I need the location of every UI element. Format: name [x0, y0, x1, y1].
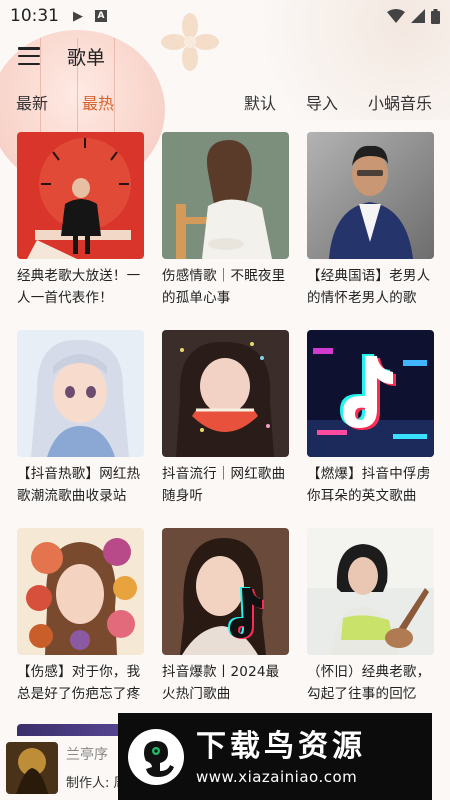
watermark-title: 下载鸟资源 [196, 728, 366, 764]
playlist-cover [17, 528, 144, 655]
playlist-title: 【抖音热歌】网红热歌潮流歌曲收录站 [17, 466, 141, 504]
playlist-card[interactable]: 伤感情歌｜不眠夜里的孤单心事 [162, 132, 289, 330]
playlist-cover [307, 330, 434, 457]
playlist-title: 经典老歌大放送！一人一首代表作！ [17, 268, 141, 306]
snail-music-button[interactable]: 小蜗音乐 [368, 90, 432, 114]
playlist-card[interactable]: 经典老歌大放送！一人一首代表作！ [17, 132, 144, 330]
play-icon: ▶ [73, 8, 83, 24]
battery-icon [431, 8, 440, 24]
status-time: 10:31 [10, 6, 59, 26]
a-notification-icon: A [95, 10, 107, 22]
tab-hot[interactable]: 最热 [82, 90, 114, 114]
playlist-card[interactable]: 【燃爆】抖音中俘虏你耳朵的英文歌曲 [307, 330, 434, 528]
playlist-title: 抖音流行｜网红歌曲随身听 [162, 466, 286, 504]
wifi-icon [387, 9, 405, 23]
playlist-card[interactable]: 抖音爆款丨2024最火热门歌曲 [162, 528, 289, 726]
playlist-title: 【经典国语】老男人的情怀老男人的歌 [307, 268, 431, 306]
playlist-cover [17, 132, 144, 259]
page-title: 歌单 [67, 46, 106, 69]
playlist-card[interactable]: 【抖音热歌】网红热歌潮流歌曲收录站 [17, 330, 144, 528]
playlist-title: 【燃爆】抖音中俘虏你耳朵的英文歌曲 [307, 466, 431, 504]
sort-default-button[interactable]: 默认 [244, 90, 276, 114]
player-song-title: 兰亭序 [66, 747, 108, 763]
status-bar: 10:31 ▶ A [0, 0, 450, 32]
player-album-art[interactable] [6, 742, 58, 794]
hamburger-menu-icon[interactable] [18, 47, 40, 65]
playlist-card[interactable]: 【伤感】对于你，我总是好了伤疤忘了疼 [17, 528, 144, 726]
bird-logo-icon [128, 728, 184, 785]
import-button[interactable]: 导入 [306, 90, 338, 114]
playlist-cover [307, 528, 434, 655]
watermark-url: www.xiazainiao.com [196, 767, 358, 786]
watermark-banner: 下载鸟资源 www.xiazainiao.com [118, 713, 432, 800]
playlist-card[interactable]: 抖音流行｜网红歌曲随身听 [162, 330, 289, 528]
playlist-title: 抖音爆款丨2024最火热门歌曲 [162, 664, 280, 702]
playlist-cover [162, 528, 289, 655]
playlist-cover [162, 132, 289, 259]
playlist-grid: 经典老歌大放送！一人一首代表作！ 伤感情歌｜不眠夜里的孤单心事 【经典国语】老男… [17, 132, 435, 726]
tab-latest[interactable]: 最新 [16, 90, 48, 114]
app-bar: 歌单 [0, 38, 450, 74]
playlist-title: （怀旧）经典老歌，勾起了往事的回忆 [307, 664, 431, 702]
playlist-cover [162, 330, 289, 457]
playlist-cover [307, 132, 434, 259]
playlist-card[interactable]: （怀旧）经典老歌，勾起了往事的回忆 [307, 528, 434, 726]
playlist-title: 【伤感】对于你，我总是好了伤疤忘了疼 [17, 664, 141, 702]
tabs-row: 最新 最热 默认 导入 小蜗音乐 [0, 86, 450, 114]
playlist-title: 伤感情歌｜不眠夜里的孤单心事 [162, 268, 286, 306]
playlist-cover [17, 330, 144, 457]
playlist-card[interactable]: 【经典国语】老男人的情怀老男人的歌 [307, 132, 434, 330]
signal-icon [411, 9, 425, 23]
